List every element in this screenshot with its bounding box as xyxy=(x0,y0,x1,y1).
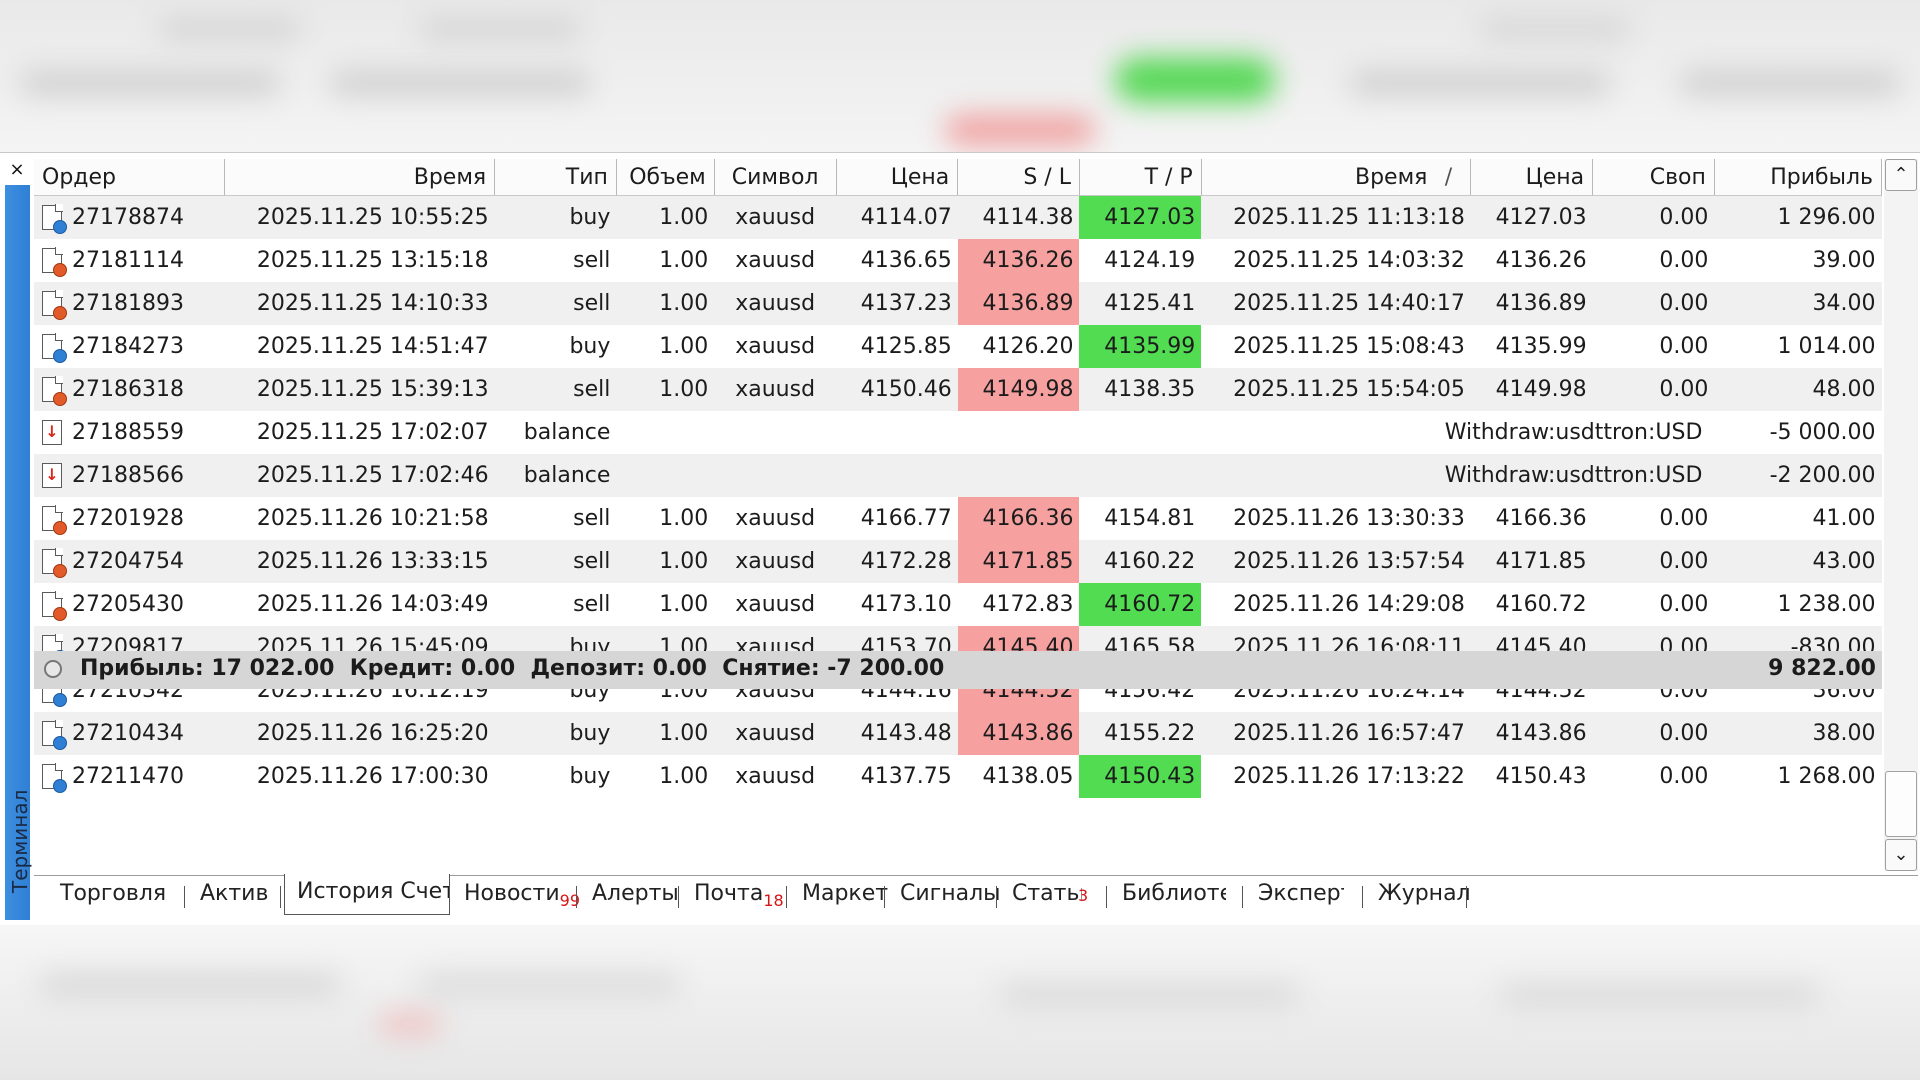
table-row[interactable]: 27184273 2025.11.25 14:51:47 buy 1.00 xa… xyxy=(34,325,1882,368)
order-sell-icon xyxy=(42,290,67,321)
tab-alerts[interactable]: Алерты xyxy=(592,876,679,914)
order-sell-icon xyxy=(42,591,67,622)
scrollbar-thumb[interactable] xyxy=(1885,771,1917,837)
summary-total: 9 822.00 xyxy=(1768,656,1876,681)
order-buy-icon xyxy=(42,204,67,235)
summary-circle-icon xyxy=(44,660,62,678)
col-close-price[interactable]: Цена xyxy=(1470,159,1594,196)
table-row[interactable]: 27211470 2025.11.26 17:00:30 buy 1.00 xa… xyxy=(34,755,1882,798)
table-row[interactable]: 27201928 2025.11.26 10:21:58 sell 1.00 x… xyxy=(34,497,1882,540)
col-type[interactable]: Тип xyxy=(494,159,617,196)
order-sell-icon xyxy=(42,548,67,579)
col-tp[interactable]: T / P xyxy=(1079,159,1202,196)
col-volume[interactable]: Объем xyxy=(616,159,715,196)
chevron-down-icon[interactable]: ⌄ xyxy=(1885,839,1917,871)
tab-trade[interactable]: Торговля xyxy=(60,876,166,914)
sort-indicator: / xyxy=(1444,164,1453,190)
mailbox-badge: 18 xyxy=(763,891,784,910)
table-row[interactable]: ↓ 27188559 2025.11.25 17:02:07 balance Wi… xyxy=(34,411,1882,454)
order-sell-icon xyxy=(42,247,67,278)
balance-comment: Withdraw:usdttron:USD xyxy=(1201,411,1715,454)
terminal-panel: × Терминал Ордер Время Тип Объем Символ … xyxy=(0,152,1920,926)
table-row[interactable]: 27210434 2025.11.26 16:25:20 buy 1.00 xa… xyxy=(34,712,1882,755)
col-profit[interactable]: Прибыль xyxy=(1714,159,1883,196)
tab-news[interactable]: Новости99 xyxy=(464,876,580,914)
balance-comment: Withdraw:usdttron:USD xyxy=(1201,454,1715,497)
table-row[interactable]: 27204754 2025.11.26 13:33:15 sell 1.00 x… xyxy=(34,540,1882,583)
balance-withdraw-icon: ↓ xyxy=(42,463,62,489)
terminal-side-bar: Терминал xyxy=(5,185,32,920)
tab-exposure[interactable]: Актив xyxy=(200,876,268,914)
col-order[interactable]: Ордер xyxy=(34,159,226,196)
tab-signals[interactable]: Сигналы xyxy=(900,876,1001,914)
order-buy-icon xyxy=(42,333,67,364)
order-sell-icon xyxy=(42,505,67,536)
col-symbol[interactable]: Символ xyxy=(714,159,837,196)
tab-journal[interactable]: Журнал xyxy=(1378,876,1471,914)
col-price[interactable]: Цена xyxy=(836,159,959,196)
chevron-up-icon[interactable]: ⌃ xyxy=(1885,159,1917,191)
blurred-background-top xyxy=(0,0,1920,152)
col-swap[interactable]: Своп xyxy=(1592,159,1715,196)
order-buy-icon xyxy=(42,720,67,751)
table-row[interactable]: 27205430 2025.11.26 14:03:49 sell 1.00 x… xyxy=(34,583,1882,626)
col-close-time[interactable]: Время / xyxy=(1201,159,1472,196)
balance-withdraw-icon: ↓ xyxy=(42,420,62,446)
order-buy-icon xyxy=(42,763,67,794)
account-history-table: Ордер Время Тип Объем Символ Цена S / L … xyxy=(34,159,1883,798)
vertical-scrollbar[interactable]: ⌃ ⌄ xyxy=(1884,159,1918,871)
table-row[interactable]: ↓ 27188566 2025.11.25 17:02:46 balance Wi… xyxy=(34,454,1882,497)
table-row[interactable]: 27181893 2025.11.25 14:10:33 sell 1.00 x… xyxy=(34,282,1882,325)
summary-text: Прибыль: 17 022.00 Кредит: 0.00 Депозит:… xyxy=(80,656,945,681)
table-row[interactable]: 27181114 2025.11.25 13:15:18 sell 1.00 x… xyxy=(34,239,1882,282)
tab-experts[interactable]: Эксперты xyxy=(1258,876,1344,914)
order-sell-icon xyxy=(42,376,67,407)
articles-badge: 3 xyxy=(1078,886,1089,905)
table-row[interactable]: 27186318 2025.11.25 15:39:13 sell 1.00 x… xyxy=(34,368,1882,411)
blurred-background-bottom xyxy=(0,925,1920,1080)
tab-market[interactable]: Маркет xyxy=(802,876,888,914)
col-sl[interactable]: S / L xyxy=(957,159,1080,196)
table-header: Ордер Время Тип Объем Символ Цена S / L … xyxy=(34,159,1883,196)
table-row[interactable]: 27178874 2025.11.25 10:55:25 buy 1.00 xa… xyxy=(34,195,1882,239)
tab-mailbox[interactable]: Почта18 xyxy=(694,876,784,914)
terminal-label: Терминал xyxy=(8,789,32,893)
summary-row: Прибыль: 17 022.00 Кредит: 0.00 Депозит:… xyxy=(34,651,1882,689)
tab-code-base[interactable]: Библиотека xyxy=(1122,876,1226,914)
terminal-tabs: Торговля Актив История Счета Новости99 А… xyxy=(34,874,1918,922)
col-open-time[interactable]: Время xyxy=(224,159,496,196)
tab-account-history[interactable]: История Счета xyxy=(284,874,450,915)
close-icon[interactable]: × xyxy=(4,159,30,181)
tab-articles[interactable]: Статьи xyxy=(1012,876,1082,914)
